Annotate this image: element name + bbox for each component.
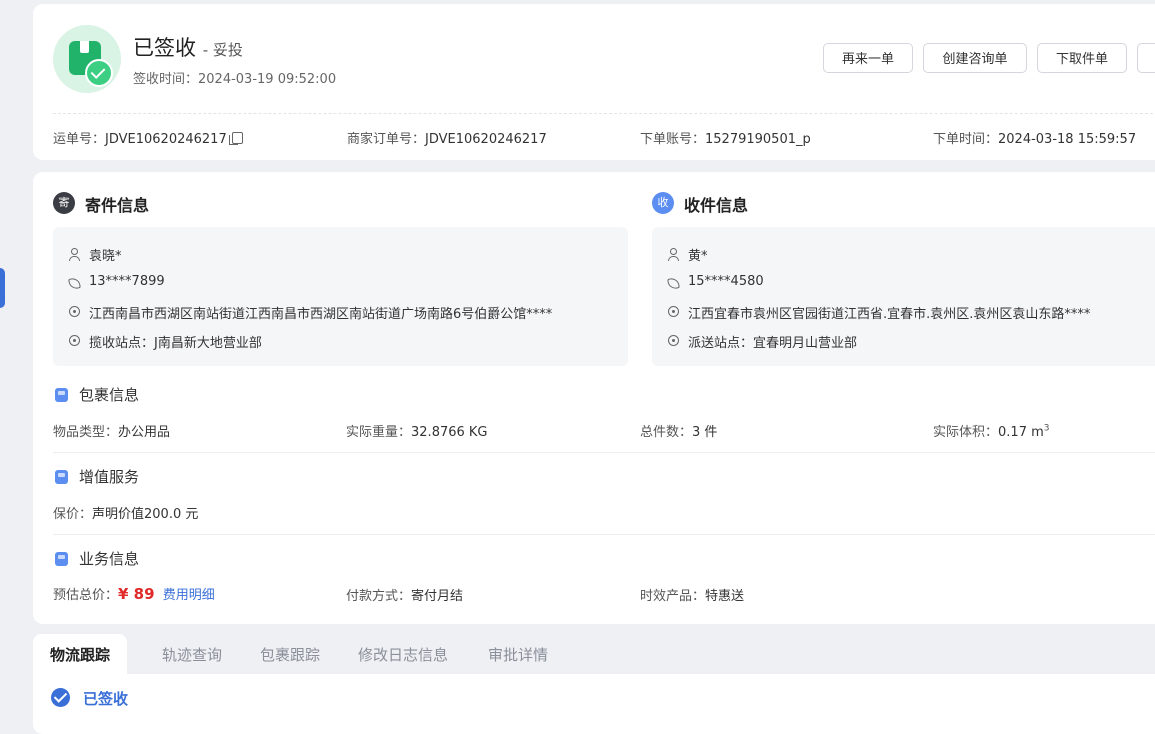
phone-icon xyxy=(69,278,79,288)
order-detail-card: 寄 寄件信息 袁晓* 13****7899 江西南昌市西湖区南站街道江西南昌市西… xyxy=(33,172,1155,624)
receiver-title: 收件信息 xyxy=(684,196,749,215)
phone-icon xyxy=(668,278,678,288)
payment-method: 付款方式：寄付月结 xyxy=(346,589,464,604)
waybill-number: 运单号：JDVE10620246217 xyxy=(53,128,243,147)
copy-icon[interactable] xyxy=(228,132,243,145)
fee-detail-link[interactable]: 费用明细 xyxy=(163,588,215,603)
business-section-title: 业务信息 xyxy=(79,550,140,568)
tab-approval-details[interactable]: 审批详情 xyxy=(488,634,548,674)
receiver-station: 派送站点：宜春明月山营业部 xyxy=(688,336,858,351)
reorder-button[interactable]: 再来一单 xyxy=(823,43,913,73)
price-value: ¥ 89 xyxy=(118,585,155,603)
side-drawer-handle[interactable] xyxy=(0,268,5,308)
location-icon xyxy=(668,335,679,346)
receiver-phone: 15****4580 xyxy=(688,274,764,289)
section-divider xyxy=(53,534,1155,535)
status-title: 已签收 - 妥投 xyxy=(133,36,243,60)
section-divider xyxy=(53,452,1155,453)
sender-title: 寄件信息 xyxy=(85,196,150,215)
location-icon xyxy=(668,306,679,317)
time-product: 时效产品：特惠送 xyxy=(640,589,745,604)
status-subtitle: - 妥投 xyxy=(202,41,243,59)
receiver-badge: 收 xyxy=(652,192,674,214)
insured-value: 保价：声明价值200.0 元 xyxy=(53,507,199,522)
person-icon xyxy=(69,248,80,261)
package-signed-icon xyxy=(53,25,121,93)
total-pieces: 总件数：3 件 xyxy=(640,425,718,440)
tracking-status: 已签收 xyxy=(83,690,129,708)
pickup-order-button[interactable]: 下取件单 xyxy=(1037,43,1127,73)
merchant-order-number: 商家订单号：JDVE10620246217 xyxy=(347,132,547,147)
check-circle-icon xyxy=(51,688,70,707)
sender-info-box: 袁晓* 13****7899 江西南昌市西湖区南站街道江西南昌市西湖区南站街道广… xyxy=(53,227,628,366)
tab-logistics-tracking[interactable]: 物流跟踪 xyxy=(33,634,128,674)
receiver-name: 黄* xyxy=(688,249,708,264)
package-section-title: 包裹信息 xyxy=(79,386,140,404)
estimated-total: 预估总价：¥ 89 费用明细 xyxy=(53,585,215,603)
item-type: 物品类型：办公用品 xyxy=(53,425,171,440)
sender-phone: 13****7899 xyxy=(89,274,165,289)
sender-station: 揽收站点：J南昌新大地营业部 xyxy=(89,336,262,351)
receiver-address: 江西宜春市袁州区官园街道江西省.宜春市.袁州区.袁州区袁山东路**** xyxy=(688,307,1091,322)
package-icon xyxy=(55,388,68,402)
location-icon xyxy=(69,335,80,346)
value-added-section-title: 增值服务 xyxy=(79,468,140,486)
tab-bar: 物流跟踪 轨迹查询 包裹跟踪 修改日志信息 审批详情 xyxy=(33,634,1155,674)
sender-address: 江西南昌市西湖区南站街道江西南昌市西湖区南站街道广场南路6号伯爵公馆**** xyxy=(89,307,553,322)
sender-badge: 寄 xyxy=(53,192,75,214)
more-button[interactable] xyxy=(1137,43,1155,73)
tab-trajectory-query[interactable]: 轨迹查询 xyxy=(162,634,222,674)
create-inquiry-button[interactable]: 创建咨询单 xyxy=(923,43,1027,73)
person-icon xyxy=(668,248,679,261)
sign-time: 签收时间：2024-03-19 09:52:00 xyxy=(133,72,337,87)
tab-package-tracking[interactable]: 包裹跟踪 xyxy=(260,634,320,674)
actual-volume: 实际体积：0.17 m3 xyxy=(933,423,1050,440)
tab-change-log[interactable]: 修改日志信息 xyxy=(358,634,448,674)
header-divider xyxy=(53,113,1155,114)
order-status-card: 已签收 - 妥投 签收时间：2024-03-19 09:52:00 再来一单 创… xyxy=(33,4,1155,160)
shield-icon xyxy=(55,470,68,484)
receiver-info-box: 黄* 15****4580 江西宜春市袁州区官园街道江西省.宜春市.袁州区.袁州… xyxy=(652,227,1155,366)
order-account: 下单账号：15279190501_p xyxy=(640,132,811,147)
business-icon xyxy=(55,552,68,566)
actual-weight: 实际重量：32.8766 KG xyxy=(346,425,488,440)
location-icon xyxy=(69,306,80,317)
tracking-card: 物流跟踪 轨迹查询 包裹跟踪 修改日志信息 审批详情 已签收 xyxy=(33,634,1155,734)
order-time: 下单时间：2024-03-18 15:59:57 xyxy=(933,132,1137,147)
sender-name: 袁晓* xyxy=(89,249,122,264)
